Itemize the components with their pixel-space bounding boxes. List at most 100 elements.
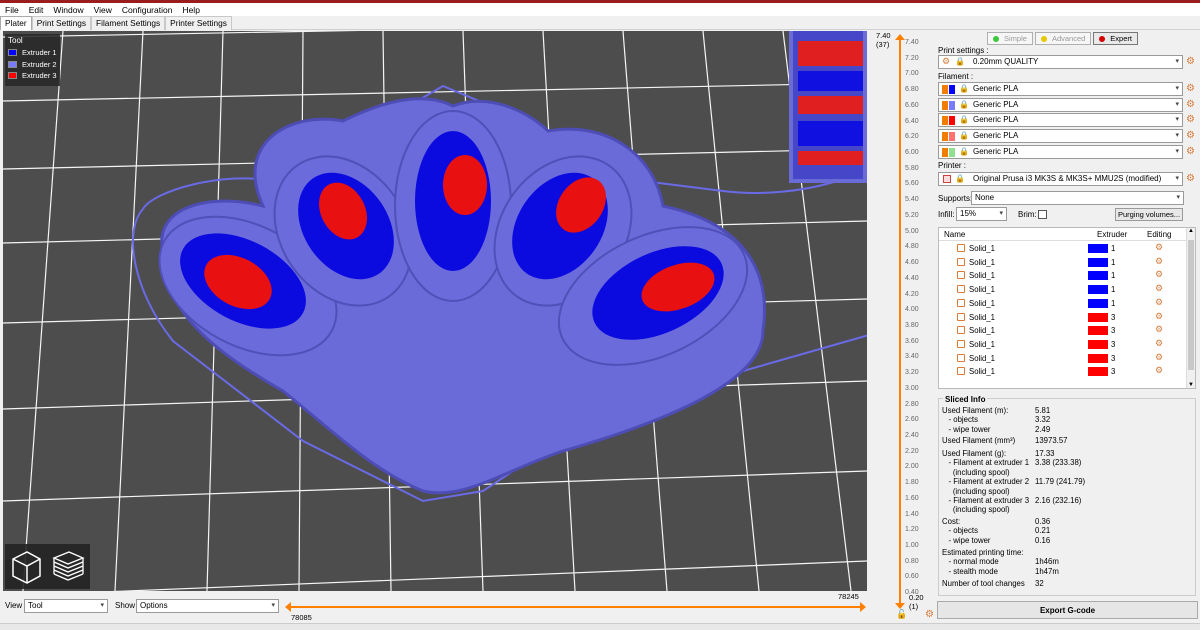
filament-label: Filament : [938, 72, 974, 81]
lock-icon[interactable]: 🔓 [896, 609, 907, 620]
info-label: Used Filament (m): [942, 406, 1009, 415]
gear-icon[interactable]: ⚙ [1186, 56, 1195, 67]
info-label: Used Filament (mm³) [942, 436, 1016, 445]
tab-filament-settings[interactable]: Filament Settings [91, 16, 166, 30]
table-row[interactable]: Solid_1 3 ⚙ [939, 311, 1187, 325]
extruder-swatch[interactable] [1088, 285, 1108, 295]
gear-icon[interactable]: ⚙ [925, 609, 934, 620]
info-label: - Filament at extruder 3 [942, 496, 1030, 505]
gear-icon[interactable]: ⚙ [1155, 297, 1163, 308]
filament-select-3[interactable]: 🔒 Generic PLA ▾ [938, 113, 1183, 128]
menu-window[interactable]: Window [48, 5, 88, 15]
extruder-swatch[interactable] [1088, 257, 1108, 267]
extruder-swatch[interactable] [1088, 312, 1108, 322]
gear-icon[interactable]: ⚙ [1155, 311, 1163, 322]
print-settings-label: Print settings : [938, 46, 989, 55]
menu-help[interactable]: Help [177, 5, 204, 15]
printer-select[interactable]: 🔒 Original Prusa i3 MK3S & MK3S+ MMU2S (… [938, 172, 1183, 186]
table-row[interactable]: Solid_1 3 ⚙ [939, 324, 1187, 338]
table-row[interactable]: Solid_1 1 ⚙ [939, 297, 1187, 311]
object-name: Solid_1 [969, 326, 996, 336]
table-row[interactable]: Solid_1 1 ⚙ [939, 283, 1187, 297]
menu-file[interactable]: File [0, 5, 24, 15]
filament-select-2[interactable]: 🔒 Generic PLA ▾ [938, 97, 1183, 112]
gear-icon[interactable]: ⚙ [1155, 256, 1163, 267]
gear-icon[interactable]: ⚙ [1155, 269, 1163, 280]
layer-tick: 3.80 [905, 321, 919, 329]
menu-edit[interactable]: Edit [24, 5, 49, 15]
extruder-color-swatch [949, 147, 955, 157]
info-label: (including spool) [942, 486, 1010, 496]
table-row[interactable]: Solid_1 1 ⚙ [939, 256, 1187, 270]
layer-tick: 2.80 [905, 400, 919, 408]
table-row[interactable]: Solid_1 3 ⚙ [939, 338, 1187, 352]
layer-tick: 6.20 [905, 133, 919, 141]
purging-volumes-button[interactable]: Purging volumes... [1115, 208, 1183, 221]
extruder-swatch[interactable] [1088, 326, 1108, 336]
object-icon [957, 298, 965, 307]
infill-select[interactable]: 15% ▾ [956, 207, 1007, 221]
view-select[interactable]: Tool ▾ [24, 599, 108, 613]
info-value: 5.81 [1035, 406, 1051, 415]
extruder-swatch[interactable] [1088, 353, 1108, 363]
mode-simple-button[interactable]: Simple [987, 32, 1033, 45]
table-row[interactable]: Solid_1 1 ⚙ [939, 242, 1187, 256]
gear-icon[interactable]: ⚙ [1155, 352, 1163, 363]
gear-icon[interactable]: ⚙ [1186, 99, 1195, 110]
gear-icon[interactable]: ⚙ [1186, 83, 1195, 94]
tab-printer-settings[interactable]: Printer Settings [165, 16, 232, 30]
chevron-down-icon[interactable]: ▼ [1188, 382, 1194, 388]
menu-configuration[interactable]: Configuration [117, 5, 178, 15]
table-row[interactable]: Solid_1 3 ⚙ [939, 352, 1187, 366]
filament-select-1[interactable]: 🔒 Generic PLA ▾ [938, 82, 1183, 96]
view-toggle-panel [5, 544, 90, 589]
col-extruder[interactable]: Extruder [1097, 230, 1127, 239]
gear-icon[interactable]: ⚙ [1186, 146, 1195, 157]
3d-preview-viewport[interactable]: Tool Extruder 1 Extruder 2 Extruder 3 [3, 31, 867, 591]
col-name[interactable]: Name [944, 230, 965, 239]
tab-print-settings[interactable]: Print Settings [31, 16, 92, 30]
export-gcode-button[interactable]: Export G-code [937, 601, 1198, 619]
show-select[interactable]: Options ▾ [136, 599, 279, 613]
gear-icon[interactable]: ⚙ [1155, 338, 1163, 349]
brim-checkbox[interactable] [1038, 210, 1047, 219]
extruder-swatch[interactable] [1088, 339, 1108, 349]
tab-bar: Plater Print Settings Filament Settings … [0, 16, 1200, 30]
gear-icon[interactable]: ⚙ [1155, 365, 1163, 376]
gear-icon[interactable]: ⚙ [1186, 173, 1195, 184]
print-settings-select[interactable]: ⚙ 🔒 0.20mm QUALITY ▾ [938, 55, 1183, 69]
object-icon [957, 339, 965, 348]
horizontal-move-slider[interactable] [284, 600, 868, 614]
extruder-swatch[interactable] [1088, 367, 1108, 377]
gear-icon[interactable]: ⚙ [1186, 114, 1195, 125]
chevron-down-icon: ▾ [1175, 116, 1179, 124]
chevron-down-icon: ▾ [1175, 147, 1179, 155]
layer-tick: 5.00 [905, 227, 919, 235]
object-name: Solid_1 [969, 271, 996, 281]
extruder-swatch[interactable] [1088, 244, 1108, 253]
cube-3d-view-icon[interactable] [9, 549, 43, 585]
layer-tick: 1.20 [905, 526, 919, 534]
gear-icon[interactable]: ⚙ [1186, 130, 1195, 141]
supports-select[interactable]: None ▾ [971, 191, 1184, 205]
table-row[interactable]: Solid_1 1 ⚙ [939, 269, 1187, 283]
layers-view-icon[interactable] [50, 549, 86, 585]
object-name: Solid_1 [969, 298, 996, 308]
gear-icon[interactable]: ⚙ [1155, 242, 1163, 253]
filament-select-5[interactable]: 🔒 Generic PLA ▾ [938, 144, 1183, 159]
mode-advanced-button[interactable]: Advanced [1034, 32, 1092, 45]
menu-view[interactable]: View [89, 5, 117, 15]
filament-select-4[interactable]: 🔒 Generic PLA ▾ [938, 129, 1183, 144]
chevron-up-icon[interactable]: ▲ [1188, 228, 1194, 234]
gear-icon[interactable]: ⚙ [1155, 324, 1163, 335]
gear-icon[interactable]: ⚙ [1155, 283, 1163, 294]
col-editing[interactable]: Editing [1147, 230, 1171, 239]
mode-expert-button[interactable]: Expert [1093, 32, 1138, 45]
info-value: 3.38 (233.38) [1035, 458, 1082, 468]
extruder-swatch[interactable] [1088, 298, 1108, 308]
extruder-swatch[interactable] [1088, 271, 1108, 281]
table-row[interactable]: Solid_1 3 ⚙ [939, 365, 1187, 379]
tab-plater[interactable]: Plater [0, 16, 32, 30]
scroll-thumb[interactable] [1188, 240, 1194, 370]
object-list-scrollbar[interactable]: ▲ ▼ [1186, 228, 1195, 388]
